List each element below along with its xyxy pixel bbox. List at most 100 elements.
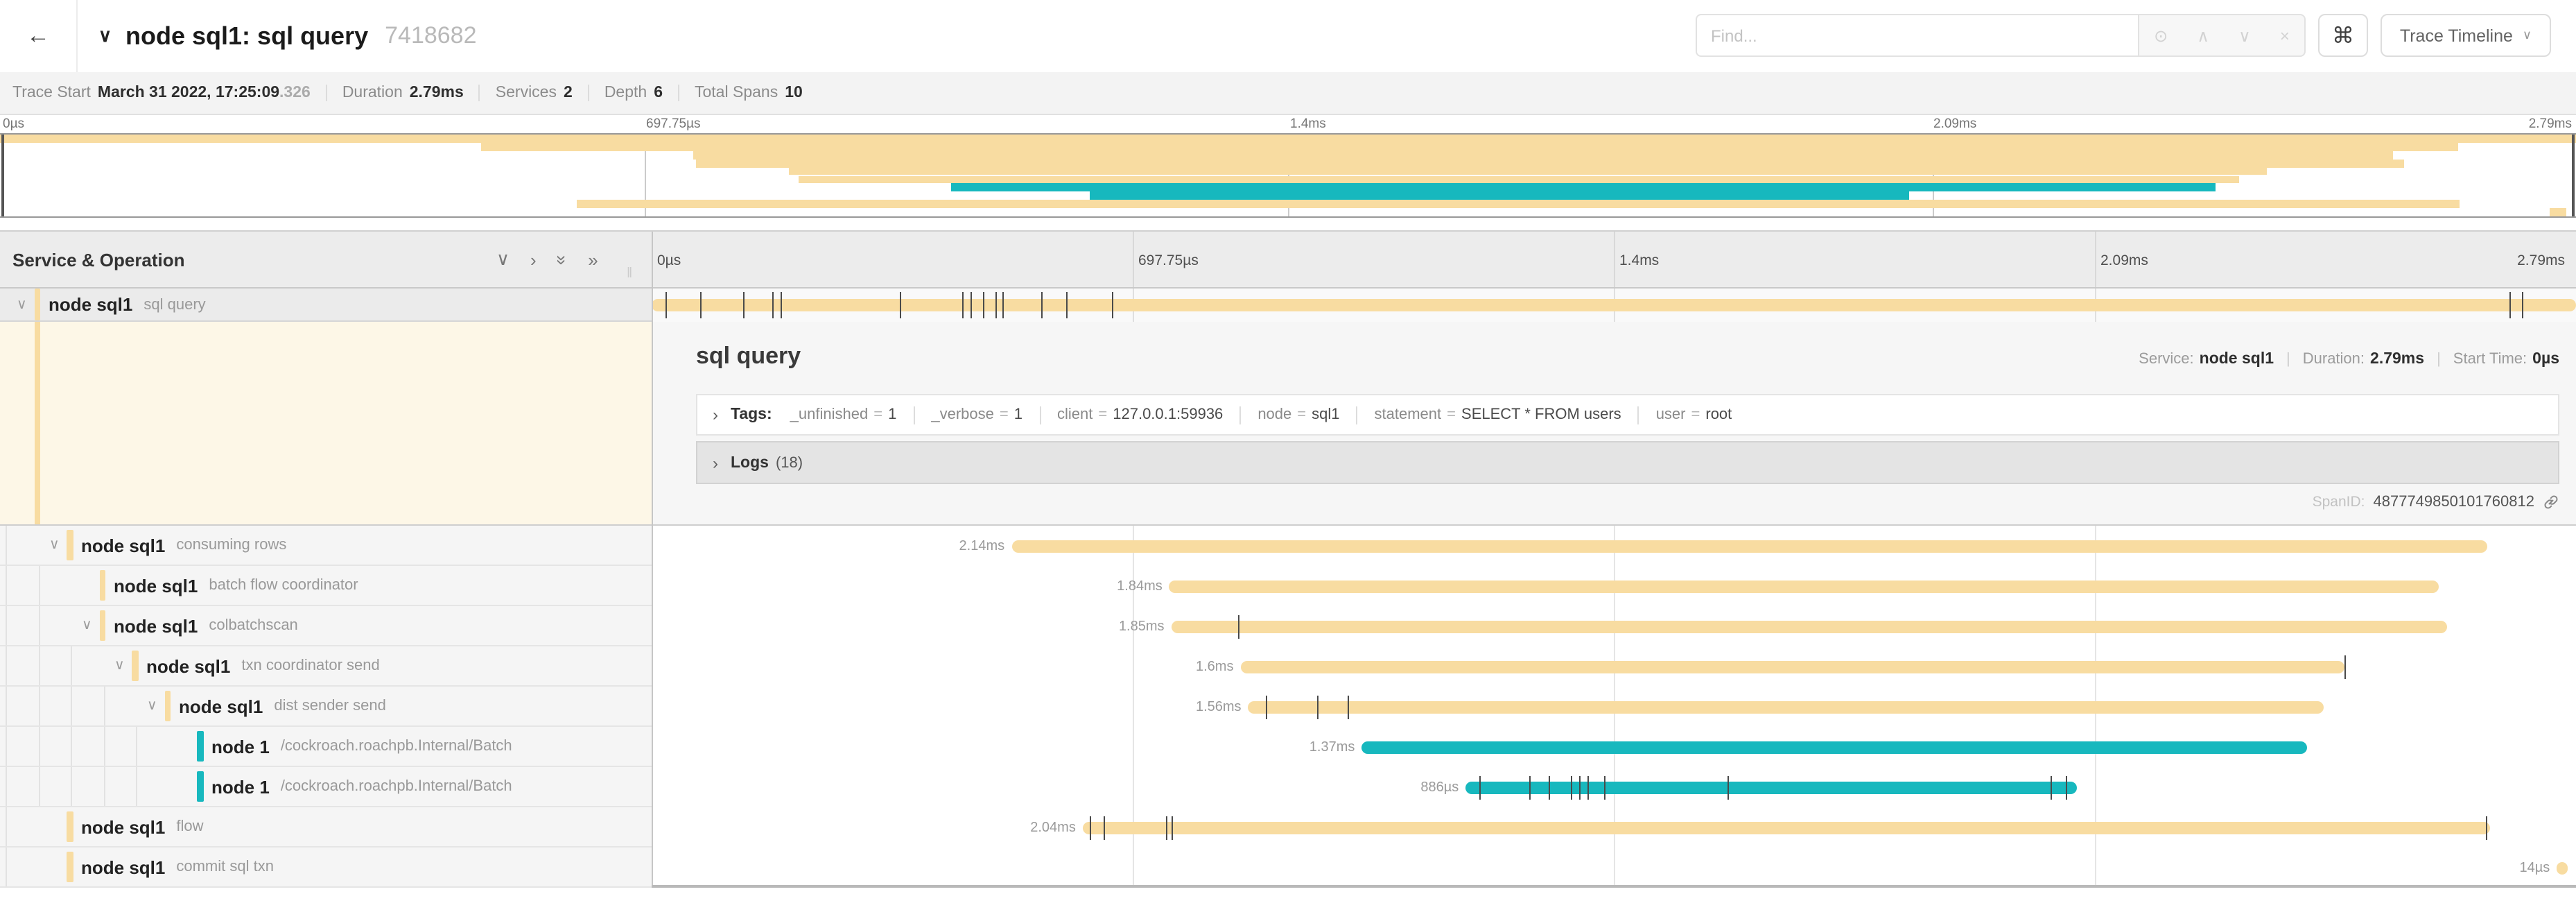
span-bar[interactable] (1169, 580, 2439, 592)
service-name: node 1 (211, 776, 270, 797)
minimap-span (950, 184, 2216, 192)
span-tree-item[interactable]: ∨ node sql1colbatchscan (0, 606, 652, 646)
tag-item[interactable]: statement=SELECT * FROM users (1375, 406, 1621, 423)
expand-chevron-icon[interactable]: ∨ (147, 698, 157, 714)
span-timeline-row[interactable]: 1.37ms (652, 727, 2576, 767)
log-marker-tick (1479, 775, 1481, 799)
expand-all-icon[interactable]: » (588, 249, 598, 270)
span-color-bar (67, 530, 73, 560)
trace-info-value: 2.79ms (410, 85, 464, 101)
span-bar[interactable] (1240, 660, 2344, 673)
collapse-title-icon[interactable]: ∨ (98, 25, 112, 47)
span-bar[interactable] (1465, 781, 2078, 793)
span-bar[interactable] (2557, 861, 2568, 874)
tag-value: SELECT * FROM users (1461, 406, 1621, 423)
expand-chevron-icon[interactable]: ∨ (82, 618, 92, 633)
next-result-icon[interactable]: ∨ (2238, 26, 2251, 45)
tag-item[interactable]: _verbose=1 (931, 406, 1022, 423)
span-tree-item[interactable]: ∨node sql1consuming rows (0, 526, 652, 566)
tree-guide (71, 767, 72, 806)
trace-info-item: Total Spans10 (678, 85, 818, 101)
log-marker-tick (1239, 614, 1240, 638)
collapse-all-icon[interactable]: » (552, 255, 573, 264)
logs-row[interactable]: › Logs (18) (696, 441, 2559, 484)
span-bar[interactable] (1083, 821, 2489, 834)
tag-item[interactable]: _unfinished=1 (790, 406, 897, 423)
span-timeline-row[interactable]: 1.56ms (652, 687, 2576, 727)
log-marker-tick (772, 292, 773, 318)
span-timeline-row[interactable]: 1.85ms (652, 606, 2576, 646)
expand-one-icon[interactable]: › (530, 249, 537, 270)
log-marker-tick (665, 292, 667, 318)
clear-find-icon[interactable]: × (2280, 26, 2290, 45)
span-tree-item[interactable]: ∨node sql1txn coordinator send (0, 646, 652, 687)
span-tree-item[interactable]: node 1/cockroach.roachpb.Internal/Batch (0, 767, 652, 807)
span-timeline-row[interactable]: 14µs (652, 848, 2576, 888)
tag-key: node (1257, 406, 1291, 423)
log-marker-tick (1728, 775, 1729, 799)
span-tree-item[interactable]: node sql1batch flow coordinator (0, 566, 652, 606)
span-tree-item[interactable]: node 1/cockroach.roachpb.Internal/Batch (0, 727, 652, 767)
tags-row[interactable]: › Tags: _unfinished=1_verbose=1client=12… (696, 394, 2559, 436)
find-input[interactable] (1696, 14, 2139, 57)
duration-label: 2.04ms (1030, 820, 1076, 835)
span-bar[interactable] (1361, 741, 2306, 753)
back-button[interactable]: ← (0, 0, 78, 72)
span-timeline-row[interactable]: 2.04ms (652, 807, 2576, 848)
locate-icon[interactable]: ⊙ (2154, 26, 2168, 45)
expand-chevron-icon[interactable]: ∨ (17, 297, 27, 312)
span-timeline-row[interactable]: 2.14ms (652, 526, 2576, 566)
column-resizer-grip[interactable]: ‖ (627, 266, 634, 282)
span-timeline-row[interactable]: 1.84ms (652, 566, 2576, 606)
expand-chevron-icon[interactable]: ∨ (114, 658, 125, 673)
duration-label: 1.37ms (1309, 739, 1355, 755)
span-tree-item[interactable]: ∨node sql1sql query (0, 289, 652, 322)
span-tree-item[interactable]: ∨node sql1dist sender send (0, 687, 652, 727)
span-names: node sql1colbatchscan (114, 606, 298, 645)
operation-name: flow (176, 818, 203, 835)
log-marker-tick (1587, 775, 1588, 799)
span-bar[interactable] (1172, 620, 2447, 633)
keyboard-shortcuts-button[interactable]: ⌘ (2318, 14, 2368, 57)
tag-item[interactable]: client=127.0.0.1:59936 (1057, 406, 1223, 423)
collapse-one-icon[interactable]: ∨ (496, 248, 510, 270)
view-dropdown[interactable]: Trace Timeline ∨ (2381, 14, 2551, 57)
tag-item[interactable]: user=root (1656, 406, 1732, 423)
viewport-scrubber-right[interactable] (2572, 135, 2575, 216)
prev-result-icon[interactable]: ∧ (2197, 26, 2209, 45)
tag-value: 1 (1014, 406, 1022, 423)
tree-guide (38, 727, 40, 766)
link-icon[interactable] (2543, 494, 2559, 510)
tree-guide (71, 646, 72, 685)
span-row: ∨node sql1consuming rows2.14ms (0, 526, 2576, 566)
span-timeline-row[interactable] (652, 289, 2576, 322)
panel-divider[interactable] (652, 232, 653, 885)
tag-item[interactable]: node=sql1 (1257, 406, 1339, 423)
span-tree-item[interactable]: node sql1commit sql txn (0, 848, 652, 888)
span-row: node sql1flow 2.04ms (0, 807, 2576, 848)
span-timeline-row[interactable]: 886µs (652, 767, 2576, 807)
span-tree-item[interactable]: node sql1flow (0, 807, 652, 848)
tag-separator (1239, 406, 1241, 424)
timeline-tick-label: 1.4ms (1619, 232, 1659, 289)
span-color-bar (132, 651, 138, 681)
timeline-header: Service & Operation ∨›»» ‖ 0µs697.75µs1.… (0, 232, 2576, 289)
span-bar[interactable] (652, 299, 2576, 311)
tag-value: root (1705, 406, 1732, 423)
expand-chevron-icon[interactable]: ∨ (49, 538, 60, 553)
span-bar[interactable] (1248, 700, 2324, 713)
span-bar[interactable] (1011, 540, 2487, 552)
viewport-scrubber-left[interactable] (1, 135, 4, 216)
duration-label: 1.6ms (1196, 659, 1233, 674)
span-row: ∨node sql1sql query (0, 289, 2576, 322)
command-icon: ⌘ (2332, 22, 2354, 49)
trace-info-item: Trace StartMarch 31 2022, 17:25:09.326 (12, 85, 326, 101)
span-timeline-row[interactable]: 1.6ms (652, 646, 2576, 687)
tags-list: _unfinished=1 _verbose=1 client=127.0.0.1:… (790, 406, 1732, 424)
span-row: ∨ node sql1colbatchscan 1.85ms (0, 606, 2576, 646)
minimap-canvas[interactable] (0, 133, 2576, 218)
timeline-gridline (2095, 232, 2096, 287)
log-marker-tick (1529, 775, 1531, 799)
find-controls: ⊙ ∧ ∨ × (2138, 14, 2306, 57)
trace-info-label: Duration (342, 85, 403, 101)
